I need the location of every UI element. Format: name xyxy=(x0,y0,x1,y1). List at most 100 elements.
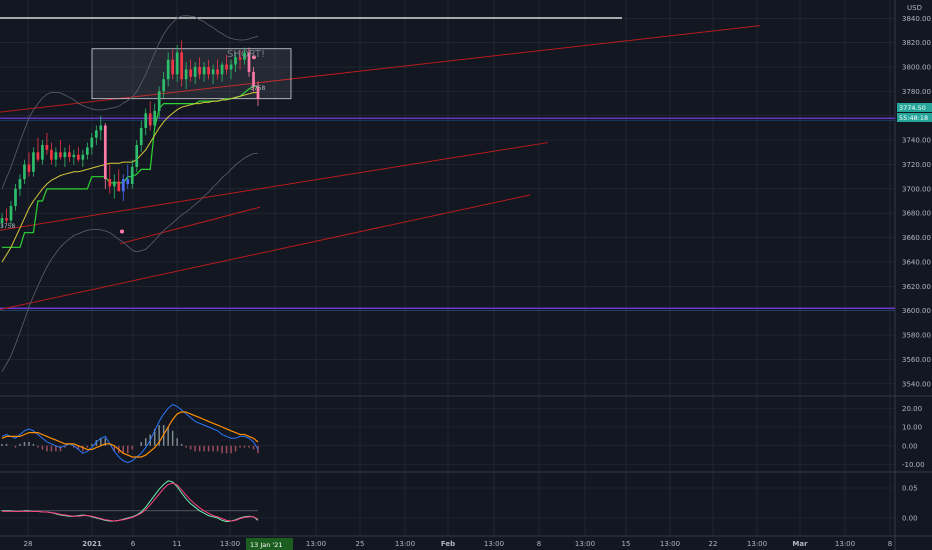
time-tick-label: 8 xyxy=(537,540,541,548)
candle-body xyxy=(175,52,179,75)
candle-body xyxy=(23,164,26,180)
osc-tick-label: 0.05 xyxy=(902,485,918,493)
price-tick-label: 3660.00 xyxy=(902,234,931,242)
time-tick-label: 13:00 xyxy=(395,540,415,548)
candle-body xyxy=(27,164,31,172)
countdown-text: 55:48:18 xyxy=(899,114,928,122)
time-tick-label: 13:00 xyxy=(575,540,595,548)
candle-body xyxy=(139,127,143,145)
candle-body xyxy=(108,179,112,187)
short-annotation: SHORT! xyxy=(227,49,265,60)
price-tick-label: 3560.00 xyxy=(902,356,931,364)
price-tick-label: 3640.00 xyxy=(902,258,931,266)
candle-body xyxy=(189,69,192,77)
time-tick-label: 28 xyxy=(24,540,33,548)
candle-body xyxy=(5,218,8,221)
candle-body xyxy=(90,137,94,148)
time-tick-label: 13:00 xyxy=(220,540,240,548)
candle-body xyxy=(193,67,197,77)
candle-body xyxy=(229,64,233,70)
candle-body xyxy=(14,188,17,206)
time-tick-label: 13:00 xyxy=(747,540,767,548)
pivot-low-marker xyxy=(120,229,124,234)
time-tick-label: 13:00 xyxy=(660,540,680,548)
price-tick-label: 3720.00 xyxy=(902,161,931,169)
time-tick-label: Feb xyxy=(441,540,455,548)
time-tick-label: 13:00 xyxy=(484,540,504,548)
price-tick-label: 3680.00 xyxy=(902,210,931,218)
candle-body xyxy=(157,91,161,111)
candle-body xyxy=(135,144,139,167)
candle-body xyxy=(166,59,170,80)
candle-body xyxy=(59,152,62,158)
macd-tick-label: 0.00 xyxy=(902,442,918,450)
osc-tick-label: 0.00 xyxy=(902,515,918,523)
candle-body xyxy=(68,152,71,158)
time-tick-label: 2021 xyxy=(82,540,102,548)
candle-body xyxy=(81,154,85,160)
trading-chart[interactable]: 3840.003820.003800.003780.003760.003740.… xyxy=(0,0,932,550)
candle-body xyxy=(94,130,98,138)
candle-body xyxy=(54,152,58,160)
last-price-text: 3774.50 xyxy=(899,104,926,112)
candle-body xyxy=(112,181,116,187)
candle-body xyxy=(144,113,148,128)
candle-body xyxy=(184,69,188,80)
candle-body xyxy=(45,144,49,150)
candle-body xyxy=(162,79,166,92)
candle-body xyxy=(50,149,53,160)
candle-body xyxy=(103,125,107,180)
candle-body xyxy=(63,152,67,158)
time-tick-label: 13:00 xyxy=(306,540,326,548)
current-time-text: 13 Jan '21 xyxy=(250,541,282,549)
candle-body xyxy=(85,147,89,155)
time-tick-label: 25 xyxy=(356,540,365,548)
price-tick-label: 3780.00 xyxy=(902,88,931,96)
price-tick-label: 3580.00 xyxy=(902,332,931,340)
candle-body xyxy=(72,154,76,158)
candle-body xyxy=(153,110,157,126)
time-tick-label: 13:00 xyxy=(835,540,855,548)
price-tick-label: 3800.00 xyxy=(902,64,931,72)
macd-tick-label: 10.00 xyxy=(902,424,922,432)
price-annotation-right: 3758 xyxy=(250,85,265,92)
time-tick-label: 11 xyxy=(173,540,182,548)
candle-body xyxy=(18,179,22,189)
candle-body xyxy=(126,179,130,184)
candle-body xyxy=(207,67,210,75)
time-tick-label: 6 xyxy=(131,540,136,548)
time-tick-label: 8 xyxy=(888,540,892,548)
time-tick-label: 22 xyxy=(709,540,718,548)
macd-tick-label: 20.00 xyxy=(902,405,922,413)
candle-body xyxy=(220,64,224,75)
chart-root: 3840.003820.003800.003780.003760.003740.… xyxy=(0,0,932,550)
price-tick-label: 3600.00 xyxy=(902,307,931,315)
price-tick-label: 3820.00 xyxy=(902,39,931,47)
candle-body xyxy=(117,181,121,192)
macd-tick-label: -10.00 xyxy=(902,461,925,469)
price-annotation-left: 3758 xyxy=(0,223,15,230)
candle-body xyxy=(202,67,206,75)
candle-body xyxy=(36,152,40,160)
candle-body xyxy=(180,52,183,80)
candle-body xyxy=(148,113,152,126)
candle-body xyxy=(198,67,201,75)
candle-body xyxy=(99,125,103,131)
currency-label: USD xyxy=(907,4,922,12)
candle-body xyxy=(9,205,13,221)
candle-body xyxy=(211,69,215,75)
candle-body xyxy=(41,144,44,160)
time-tick-label: Mar xyxy=(792,540,808,548)
candle-body xyxy=(216,69,219,75)
time-tick-label: 15 xyxy=(622,540,631,548)
price-tick-label: 3740.00 xyxy=(902,137,931,145)
price-tick-label: 3700.00 xyxy=(902,185,931,193)
candle-body xyxy=(225,64,228,70)
candle-body xyxy=(121,179,125,192)
candle-body xyxy=(77,154,80,160)
price-tick-label: 3840.00 xyxy=(902,15,931,23)
candle-body xyxy=(171,59,175,75)
candle-body xyxy=(32,152,35,172)
price-tick-label: 3540.00 xyxy=(902,380,931,388)
price-tick-label: 3620.00 xyxy=(902,283,931,291)
